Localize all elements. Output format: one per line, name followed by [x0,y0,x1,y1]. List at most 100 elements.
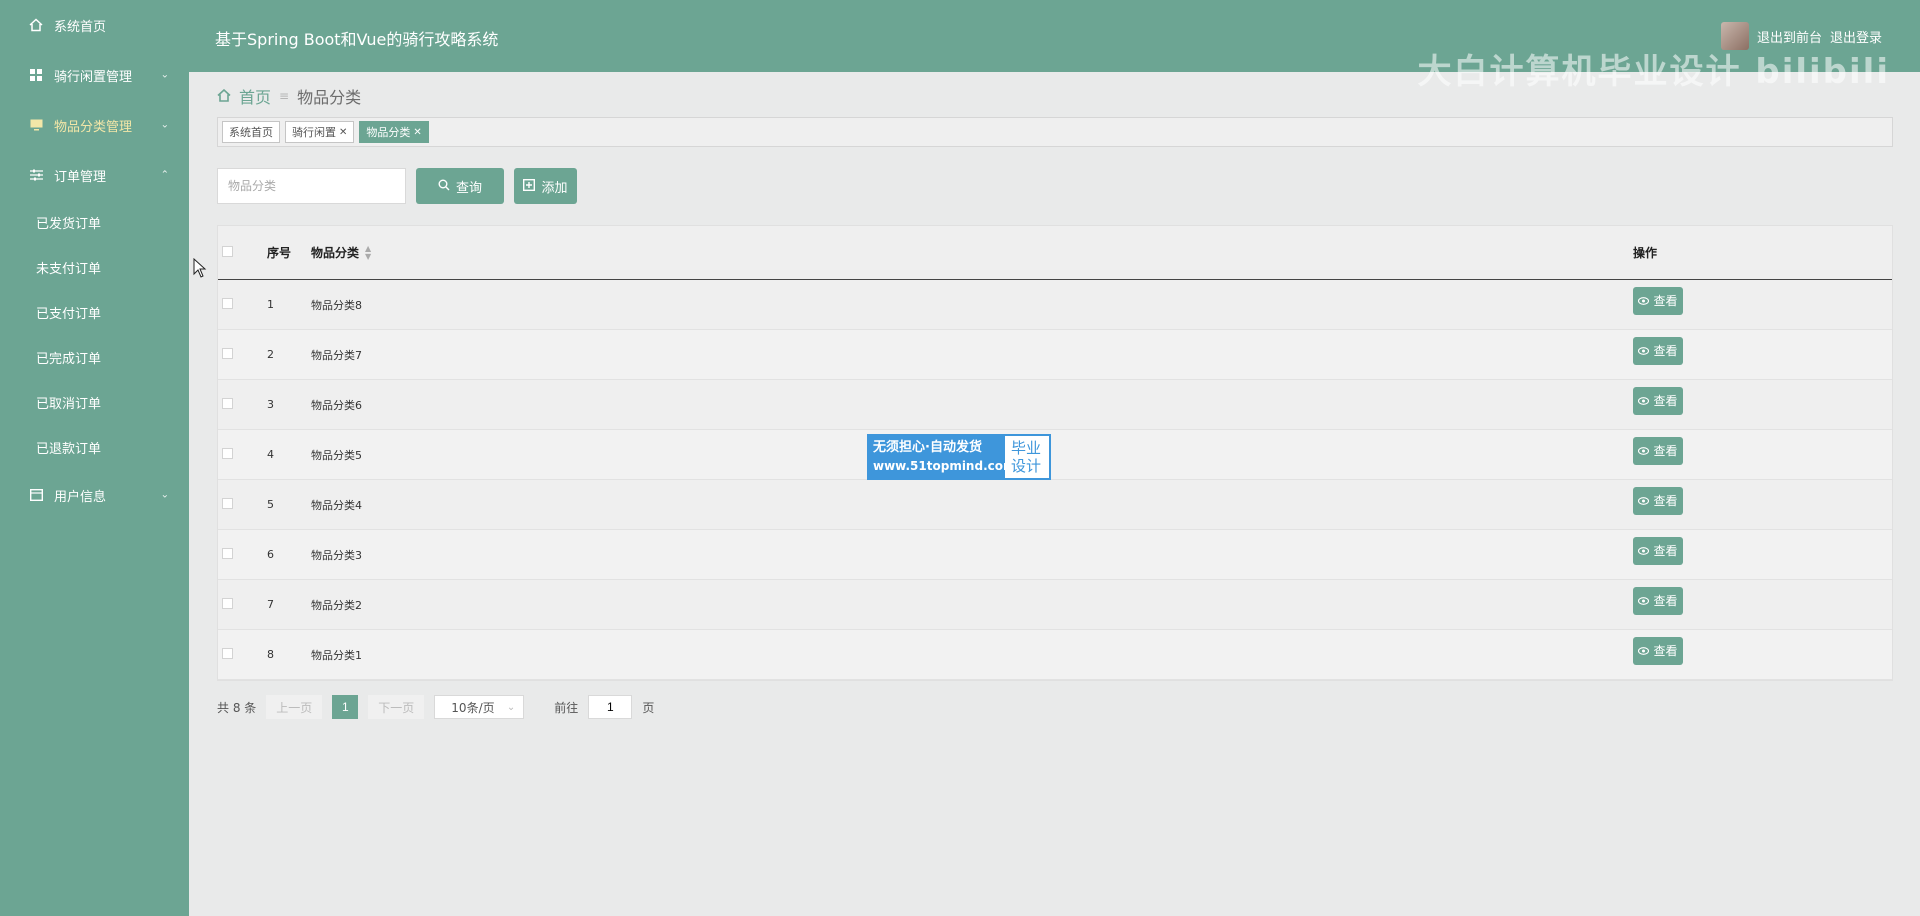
search-icon [438,179,450,194]
logout-link[interactable]: 退出登录 [1830,27,1882,46]
row-category-name: 物品分类7 [311,348,362,362]
row-category-name: 物品分类1 [311,648,362,662]
breadcrumb-home[interactable]: 首页 [239,84,271,108]
row-checkbox[interactable] [222,397,233,409]
submenu-item-paid[interactable]: 已支付订单 [0,290,189,335]
query-button[interactable]: 查询 [416,168,504,204]
close-icon[interactable]: ✕ [413,127,421,138]
tag-label: 骑行闲置 [292,126,336,139]
sidebar-item-label: 骑行闲置管理 [54,69,133,85]
sidebar-item-home[interactable]: 系统首页 [0,0,189,50]
header-index: 序号 [267,246,292,260]
next-page-button[interactable]: 下一页 [368,695,425,719]
submenu-item-cancelled[interactable]: 已取消订单 [0,380,189,425]
row-category-name: 物品分类6 [311,398,362,412]
view-button[interactable]: 查看 [1633,636,1683,665]
goto-page-input[interactable] [588,695,633,719]
pagination: 共 8 条 上一页 1 下一页 10条/页 ⌄ 前往 页 [217,695,654,719]
view-button-label: 查看 [1653,444,1678,458]
promo-left: 无须担心·自动发货 www.51topmind.com [869,436,1016,478]
table-header: 序号 物品分类 ▲ ▼ 操作 [218,226,1892,280]
eye-icon [1638,494,1650,508]
view-button-label: 查看 [1653,294,1678,308]
view-button[interactable]: 查看 [1633,586,1683,615]
table-row: 4 物品分类5 查看 [218,430,1892,480]
tag-home[interactable]: 系统首页 [222,121,280,143]
tag-label: 物品分类 [366,126,411,139]
row-category-name: 物品分类8 [311,298,362,312]
row-checkbox[interactable] [222,647,233,659]
row-category-name: 物品分类2 [311,598,362,612]
eye-icon [1638,394,1650,408]
eye-icon [1638,294,1650,308]
add-button[interactable]: 添加 [514,168,577,204]
select-all-checkbox[interactable] [222,245,233,257]
sort-icon[interactable]: ▲ ▼ [365,244,371,261]
chevron-up-icon: ⌃ [160,169,169,181]
page-size-value: 10条/页 [451,700,495,715]
sidebar-item-orders[interactable]: 订单管理 ⌃ [0,150,189,200]
sidebar-item-user-info[interactable]: 用户信息 ⌄ [0,470,189,520]
sidebar-item-label: 用户信息 [54,489,107,505]
promo-text: 无须担心·自动发货 [873,440,982,455]
app-title: 基于Spring Boot和Vue的骑行攻略系统 [215,30,499,49]
table-row: 7 物品分类2 查看 [218,580,1892,630]
view-button-label: 查看 [1653,394,1678,408]
row-checkbox[interactable] [222,597,233,609]
row-index: 8 [267,648,274,661]
main-content: 首页 ≡ 物品分类 系统首页 骑行闲置 ✕ 物品分类 ✕ 查询 添加 [189,72,1920,916]
row-index: 7 [267,598,274,611]
row-index: 2 [267,348,274,361]
monitor-icon [28,117,44,133]
row-checkbox[interactable] [222,297,233,309]
page-number-button[interactable]: 1 [332,695,359,719]
row-index: 5 [267,498,274,511]
view-button[interactable]: 查看 [1633,436,1683,465]
tag-category[interactable]: 物品分类 ✕ [359,121,429,143]
submenu-item-refunded[interactable]: 已退款订单 [0,425,189,470]
promo-banner[interactable]: 无须担心·自动发货 www.51topmind.com 毕业 设计 [867,434,1051,480]
grid-icon [28,67,44,83]
sidebar-item-label: 系统首页 [54,19,107,35]
search-row: 查询 添加 [217,168,577,204]
tag-label: 系统首页 [229,126,273,139]
table-body: 1 物品分类8 查看 2 物品分类7 查看 3 物品分类6 查看 4 物品分类5 查看 5 物品分类4 查看… [218,280,1892,680]
sidebar-item-label: 订单管理 [54,169,107,185]
row-checkbox[interactable] [222,447,233,459]
view-button[interactable]: 查看 [1633,486,1683,515]
row-category-name: 物品分类4 [311,498,362,512]
close-icon[interactable]: ✕ [339,127,347,138]
top-header: 基于Spring Boot和Vue的骑行攻略系统 退出到前台 退出登录 大白计算… [189,0,1920,92]
row-checkbox[interactable] [222,497,233,509]
view-button[interactable]: 查看 [1633,336,1683,365]
view-button-label: 查看 [1653,344,1678,358]
row-checkbox[interactable] [222,547,233,559]
view-button[interactable]: 查看 [1633,386,1683,415]
sidebar-item-category[interactable]: 物品分类管理 ⌄ [0,100,189,150]
view-button[interactable]: 查看 [1633,536,1683,565]
page-size-select[interactable]: 10条/页 ⌄ [434,695,525,719]
sidebar-item-cycling-idle[interactable]: 骑行闲置管理 ⌄ [0,50,189,100]
eye-icon [1638,444,1650,458]
submenu-item-completed[interactable]: 已完成订单 [0,335,189,380]
submenu-item-unpaid[interactable]: 未支付订单 [0,245,189,290]
row-checkbox[interactable] [222,347,233,359]
submenu-item-shipped[interactable]: 已发货订单 [0,200,189,245]
breadcrumb: 首页 ≡ 物品分类 [217,84,361,108]
orders-submenu: 已发货订单 未支付订单 已支付订单 已完成订单 已取消订单 已退款订单 [0,200,189,470]
category-search-input[interactable] [217,168,406,204]
tag-cycling-idle[interactable]: 骑行闲置 ✕ [285,121,355,143]
breadcrumb-separator: ≡ [279,89,290,103]
promo-right-line2: 设计 [1011,457,1042,475]
table-row: 3 物品分类6 查看 [218,380,1892,430]
prev-page-button[interactable]: 上一页 [266,695,323,719]
view-button[interactable]: 查看 [1633,286,1683,315]
view-button-label: 查看 [1653,544,1678,558]
back-to-frontend-link[interactable]: 退出到前台 [1757,27,1822,46]
promo-right-line1: 毕业 [1011,439,1042,457]
view-button-label: 查看 [1653,594,1678,608]
goto-suffix: 页 [642,700,655,715]
view-button-label: 查看 [1653,494,1678,508]
plus-square-icon [523,178,536,194]
add-button-label: 添加 [541,179,568,195]
